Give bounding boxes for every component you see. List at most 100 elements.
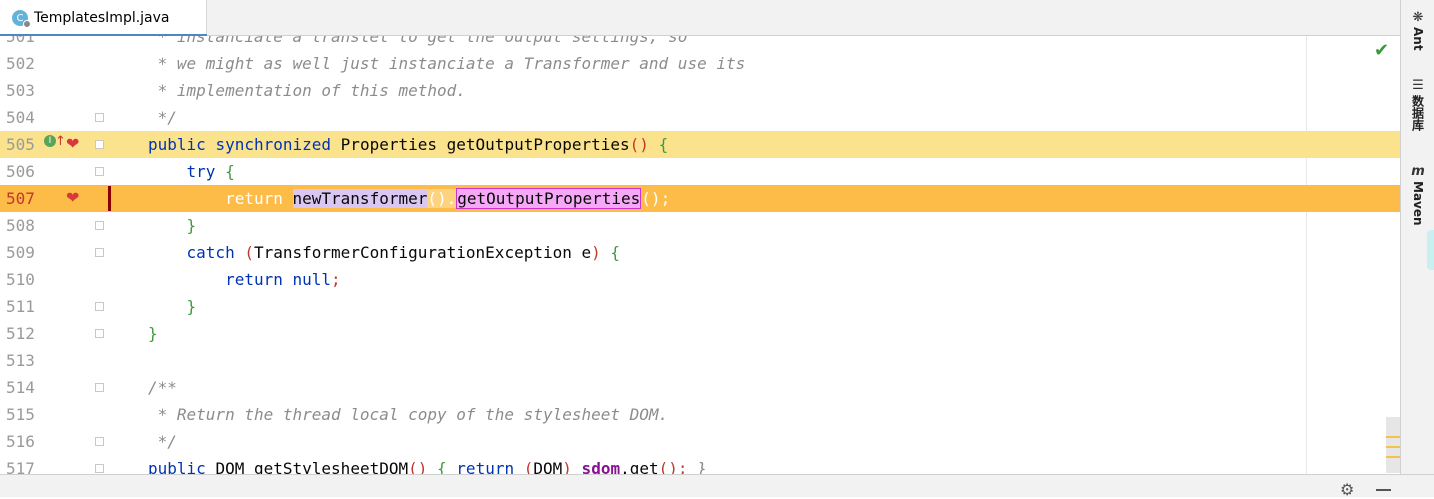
close-paren: ) [562,459,572,474]
fold-marker-icon[interactable] [95,302,104,311]
maven-icon: m [1411,164,1425,179]
code-line-current[interactable]: 507 ❤ return newTransformer().getOutputP… [0,185,1400,212]
code-line[interactable]: 503 * implementation of this method. [0,77,1400,104]
tool-window-ant[interactable]: ❋ Ant [1401,10,1434,51]
line-number: 513 [6,351,35,370]
catch-param: TransformerConfigurationException e [253,243,592,262]
line-number: 511 [6,297,35,316]
code-editor[interactable]: 501 * instanciate a translet to get the … [0,36,1400,474]
line-number: 506 [6,162,35,181]
code-line[interactable]: 511 } [0,293,1400,320]
line-number: 517 [6,459,35,474]
code-text: * we might as well just instanciate a Tr… [148,54,746,73]
dot-separator: (). [427,189,457,208]
paren-pair: () [629,135,649,154]
field-sdom: _sdom [571,459,621,474]
editor-tab-templatesimpl[interactable]: C TemplatesImpl.java [0,0,207,37]
code-text: return null; [148,266,341,293]
tool-window-maven[interactable]: m Maven [1401,164,1434,226]
fold-marker-icon[interactable] [95,437,104,446]
java-class-icon: C [12,10,31,28]
scrollbar-marker[interactable] [1386,456,1400,458]
inspection-ok-icon[interactable]: ✔ [1374,40,1389,61]
code-text: * Return the thread local copy of the st… [148,405,669,424]
scrollbar-marker[interactable] [1386,436,1400,438]
code-text: */ [148,108,177,127]
bottom-tool-strip: ⚙ [0,474,1434,499]
code-text: * instanciate a translet to get the outp… [148,36,688,46]
database-icon: ☰ [1412,78,1424,93]
code-text: } [148,320,158,347]
expand-marker-icon[interactable] [95,464,104,473]
keyword-return: return [456,459,515,474]
fold-marker-icon[interactable] [95,167,104,176]
text-caret [108,186,111,211]
cast-type: DOM [533,459,563,474]
line-number: 516 [6,432,35,451]
semicolon: ; [331,270,341,289]
line-number: 512 [6,324,35,343]
close-brace: } [186,216,197,235]
code-line-method-declaration[interactable]: 505 I ↑ ❤ public synchronized Properties… [0,131,1400,158]
override-icon-letter: I [48,136,52,146]
code-text: public synchronized Properties getOutput… [148,131,668,158]
close-brace: } [186,297,197,316]
paren-pair: () [408,459,428,474]
scrollbar-marker[interactable] [1386,446,1400,448]
keyword-return: return [225,189,283,208]
ant-icon: ❋ [1412,10,1424,25]
keyword-return: return [225,270,283,289]
code-text: /** [148,378,177,397]
open-paren: ( [523,459,534,474]
code-text: public DOM getStylesheetDOM() { return (… [148,455,707,474]
code-text: catch (TransformerConfigurationException… [148,239,621,266]
code-line[interactable]: 506 try { [0,158,1400,185]
open-brace: { [225,162,235,181]
code-line[interactable]: 504 */ [0,104,1400,131]
type-dom: DOM [215,459,245,474]
close-brace: } [697,459,707,474]
line-number: 508 [6,216,35,235]
close-brace: } [148,324,158,343]
call-tail: (); [658,459,688,474]
fold-marker-icon[interactable] [95,329,104,338]
tab-filename: TemplatesImpl.java [34,10,170,26]
breakpoint-check-icon[interactable]: ❤ [66,188,79,207]
call-tail: (); [641,189,671,208]
code-line[interactable]: 501 * instanciate a translet to get the … [0,36,1400,50]
minimize-icon[interactable] [1376,489,1391,491]
line-number: 515 [6,405,35,424]
settings-gear-icon[interactable]: ⚙ [1340,480,1354,499]
line-number: 514 [6,378,35,397]
line-number-current: 507 [6,189,35,208]
call-newtransformer: newTransformer [292,189,428,208]
tool-window-database[interactable]: ☰ 数据库 [1401,78,1434,131]
vertical-scrollbar-thumb[interactable] [1386,417,1400,473]
fold-marker-icon[interactable] [95,248,104,257]
code-line[interactable]: 513 [0,347,1400,374]
override-arrow-icon[interactable]: ↑ [55,134,66,149]
code-line[interactable]: 502 * we might as well just instanciate … [0,50,1400,77]
editor-tab-bar: C TemplatesImpl.java [0,0,1400,37]
fold-marker-icon[interactable] [95,113,104,122]
type-properties: Properties [340,135,437,154]
code-line[interactable]: 509 catch (TransformerConfigurationExcep… [0,239,1400,266]
fold-marker-icon[interactable] [95,221,104,230]
line-number: 509 [6,243,35,262]
close-paren: ) [591,243,601,262]
tool-window-label: Ant [1411,27,1425,51]
code-line[interactable]: 517 public DOM getStylesheetDOM() { retu… [0,455,1400,474]
breakpoint-check-icon[interactable]: ❤ [66,134,79,153]
line-number: 505 [6,135,35,154]
keyword-catch: catch [186,243,235,262]
code-line[interactable]: 512 } [0,320,1400,347]
code-line[interactable]: 510 return null; [0,266,1400,293]
fold-marker-icon[interactable] [95,140,104,149]
side-panel-handle[interactable] [1427,230,1434,270]
code-line[interactable]: 514 /** [0,374,1400,401]
code-line[interactable]: 508 } [0,212,1400,239]
code-line[interactable]: 515 * Return the thread local copy of th… [0,401,1400,428]
fold-marker-icon[interactable] [95,383,104,392]
code-text: } [148,293,197,320]
code-line[interactable]: 516 */ [0,428,1400,455]
